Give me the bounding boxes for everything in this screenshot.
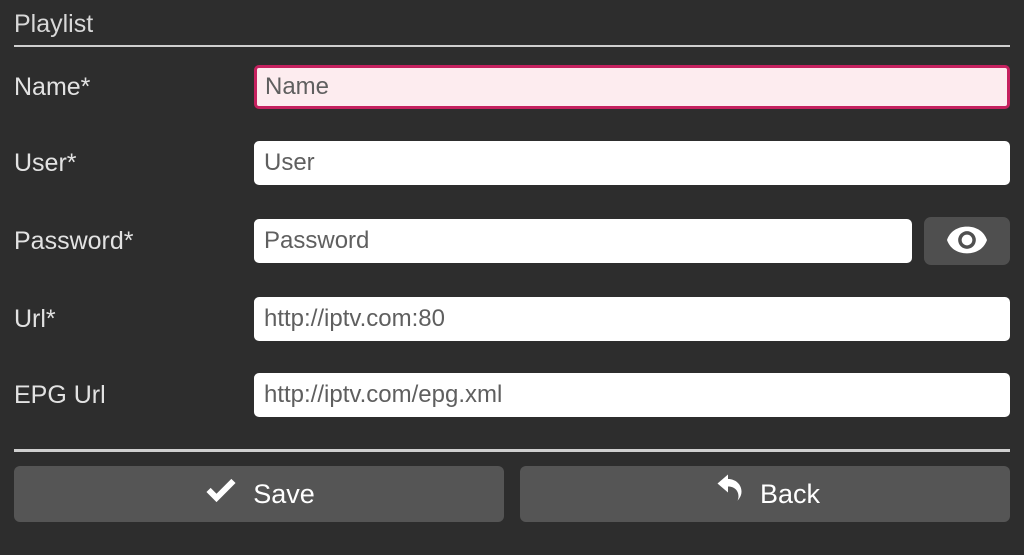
save-button-label: Save [253,479,315,510]
input-wrap-user [254,141,1010,185]
row-user: User* [14,141,1010,185]
name-input[interactable] [254,65,1010,109]
label-name: Name* [14,73,254,102]
eye-icon [947,226,987,257]
row-name: Name* [14,65,1010,109]
check-icon [203,473,239,516]
input-wrap-name [254,65,1010,109]
label-password: Password* [14,227,254,256]
password-input[interactable] [254,219,912,263]
label-epg: EPG Url [14,381,254,410]
url-input[interactable] [254,297,1010,341]
row-url: Url* [14,297,1010,341]
toggle-password-visibility-button[interactable] [924,217,1010,265]
divider-top [14,45,1010,47]
label-user: User* [14,149,254,178]
input-wrap-password [254,217,1010,265]
section-title: Playlist [14,10,1010,45]
input-wrap-epg [254,373,1010,417]
label-url: Url* [14,305,254,334]
back-button-label: Back [760,479,820,510]
back-button[interactable]: Back [520,466,1010,522]
save-button[interactable]: Save [14,466,504,522]
divider-bottom [14,449,1010,452]
user-input[interactable] [254,141,1010,185]
back-arrow-icon [710,473,746,516]
button-row: Save Back [14,466,1010,522]
playlist-form: Playlist Name* User* Password* Url* [0,0,1024,532]
epg-url-input[interactable] [254,373,1010,417]
row-epg: EPG Url [14,373,1010,417]
row-password: Password* [14,217,1010,265]
input-wrap-url [254,297,1010,341]
